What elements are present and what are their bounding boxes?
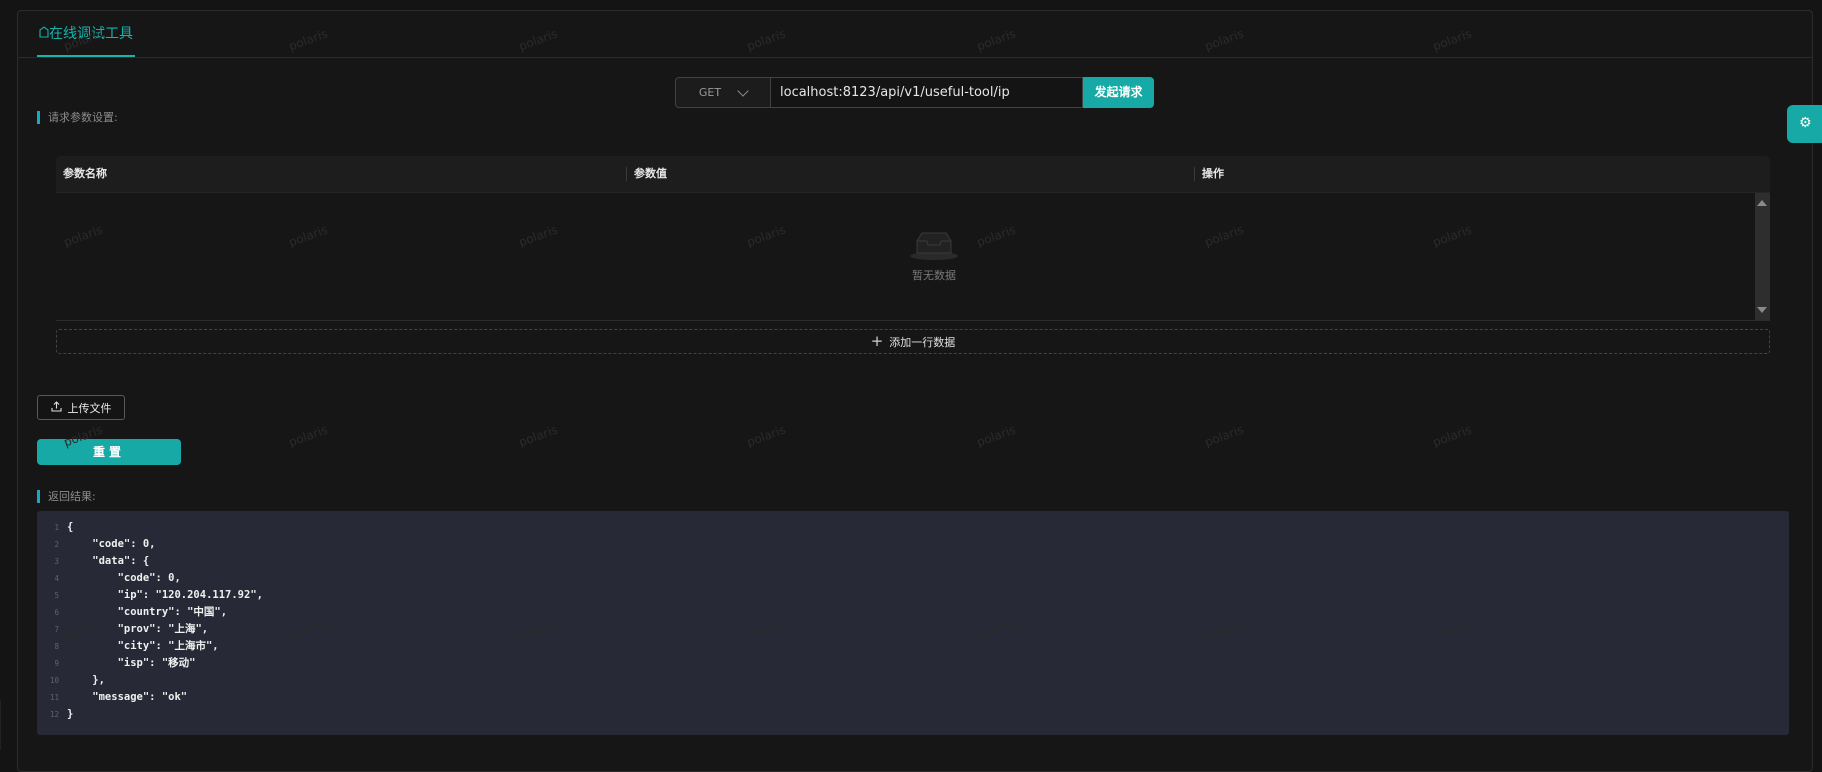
method-value: GET (698, 86, 722, 99)
line-number: 4 (54, 574, 59, 583)
chevron-down-icon (737, 84, 749, 97)
code-line: 2 "code": 0, (37, 536, 156, 553)
line-text: "prov": "上海", (67, 623, 209, 635)
add-row-button[interactable]: + 添加一行数据 (56, 329, 1770, 354)
watermark-text: polaris (744, 422, 788, 450)
line-text: "city": "上海市", (67, 640, 219, 652)
code-line: 4 "code": 0, (37, 570, 181, 587)
watermark-text: polaris (1202, 422, 1246, 450)
line-text: "code": 0, (67, 572, 181, 584)
line-text: "ip": "120.204.117.92", (67, 589, 263, 601)
result-section-label: 返回结果: (37, 490, 96, 503)
code-line: 7 "prov": "上海", (37, 621, 208, 638)
table-scrollbar[interactable] (1755, 193, 1770, 320)
line-text: "data": { (67, 555, 150, 567)
corner-mark (0, 700, 17, 750)
code-line: 3 "data": { (37, 553, 149, 570)
scroll-up-arrow-icon[interactable] (1757, 200, 1767, 206)
tab-label: 在线调试工具 (49, 26, 133, 42)
line-text: } (67, 708, 74, 720)
code-line: 12} (37, 706, 73, 723)
line-number: 7 (54, 625, 59, 634)
column-header-actions: 操作 (1202, 167, 1224, 180)
response-code-viewer[interactable]: 1{2 "code": 0, 3 "data": {4 "code": 0, 5 "… (37, 511, 1789, 735)
table-body: 暂无数据 (56, 192, 1770, 321)
line-number: 8 (54, 642, 59, 651)
scroll-down-arrow-icon[interactable] (1757, 307, 1767, 313)
code-line: 11 "message": "ok" (37, 689, 187, 706)
line-number: 5 (54, 591, 59, 600)
upload-icon (50, 400, 62, 415)
code-line: 6 "country": "中国", (37, 604, 227, 621)
tool-card: 在线调试工具 GET localhost:8123/api/v1/useful-… (17, 10, 1813, 772)
code-line: 9 "isp": "移动" (37, 655, 195, 672)
params-table: 参数名称 参数值 操作 暂无数据 (56, 156, 1770, 321)
line-text: "country": "中国", (67, 606, 228, 618)
line-number: 6 (54, 608, 59, 617)
empty-text: 暂无数据 (912, 269, 956, 282)
watermark-text: polaris (286, 422, 330, 450)
line-number: 10 (49, 676, 59, 685)
watermark-text: polaris (516, 422, 560, 450)
table-header: 参数名称 参数值 操作 (56, 156, 1770, 192)
watermark-text: polaris (1430, 422, 1474, 450)
side-settings-button[interactable]: ⚙ (1787, 105, 1822, 143)
upload-label: 上传文件 (67, 401, 112, 415)
empty-state: 暂无数据 (891, 229, 977, 283)
tool-icon (39, 11, 49, 57)
method-select[interactable]: GET (675, 77, 771, 108)
gear-icon: ⚙ (1799, 115, 1812, 131)
line-number: 2 (54, 540, 59, 549)
tab-bar: 在线调试工具 (18, 11, 1812, 58)
send-request-button[interactable]: 发起请求 (1083, 77, 1154, 108)
plus-icon: + (870, 332, 884, 350)
line-text: { (67, 521, 74, 533)
tab-online-debug[interactable]: 在线调试工具 (37, 11, 135, 57)
line-number: 11 (49, 693, 59, 702)
line-text: "isp": "移动" (67, 657, 196, 669)
params-section-label: 请求参数设置: (37, 111, 118, 124)
url-input[interactable]: localhost:8123/api/v1/useful-tool/ip (771, 77, 1083, 108)
column-header-param-name: 参数名称 (63, 167, 107, 180)
line-number: 12 (49, 710, 59, 719)
code-line: 5 "ip": "120.204.117.92", (37, 587, 263, 604)
watermark-text: polaris (974, 422, 1018, 450)
line-number: 3 (54, 557, 59, 566)
line-text: }, (67, 674, 105, 686)
request-bar: GET localhost:8123/api/v1/useful-tool/ip… (675, 77, 1154, 108)
column-header-param-value: 参数值 (634, 167, 667, 180)
code-line: 1{ (37, 519, 73, 536)
line-text: "message": "ok" (67, 691, 188, 703)
upload-file-button[interactable]: 上传文件 (37, 395, 125, 420)
line-text: "code": 0, (67, 538, 156, 550)
code-line: 10 }, (37, 672, 105, 689)
line-number: 1 (54, 523, 59, 532)
add-row-label: 添加一行数据 (889, 335, 956, 349)
line-number: 9 (54, 659, 59, 668)
code-line: 8 "city": "上海市", (37, 638, 219, 655)
inbox-icon (908, 232, 960, 265)
reset-button[interactable]: 重置 (37, 439, 181, 465)
